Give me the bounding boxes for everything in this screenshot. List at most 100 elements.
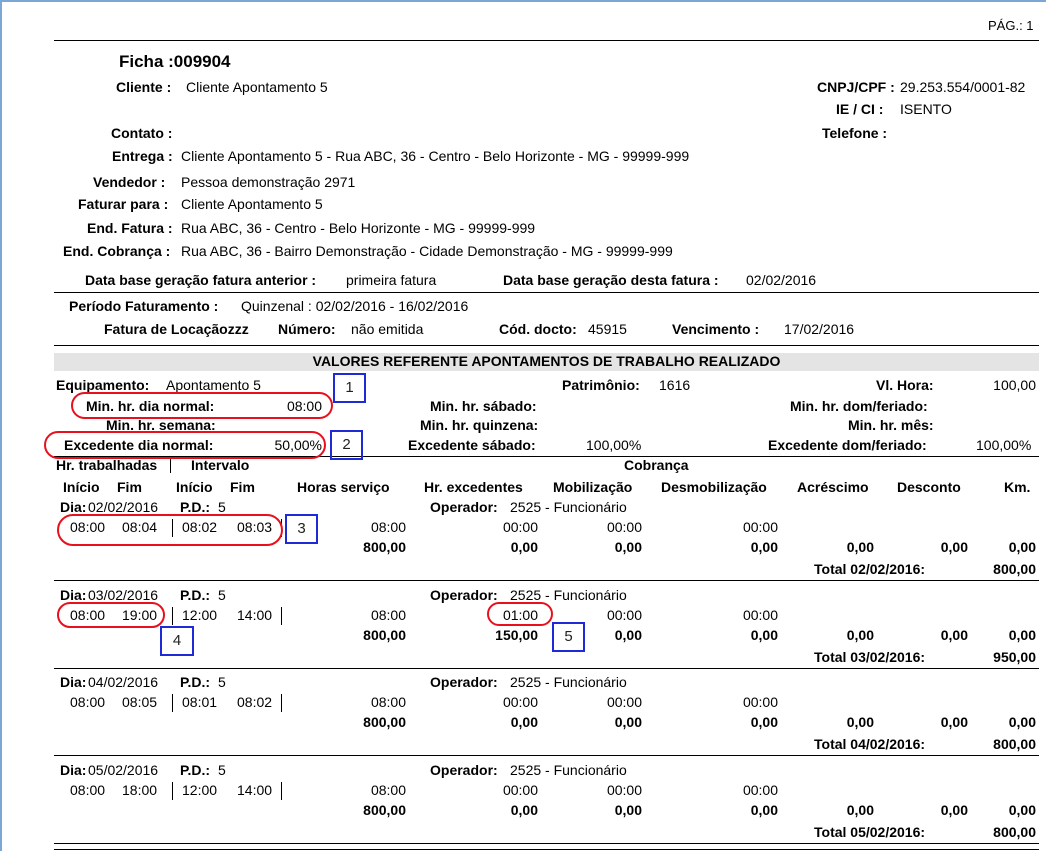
fim2-value: 14:00 (237, 782, 273, 798)
col-mobil: Mobilização (553, 479, 633, 495)
v-acresc: 0,00 (846, 627, 874, 643)
total-value: 800,00 (993, 561, 1036, 577)
col-cobranca: Cobrança (624, 457, 689, 473)
highlight-day1-times (57, 514, 283, 546)
v-km: 0,00 (1008, 714, 1036, 730)
operador-value: 2525 - Funcionário (510, 499, 627, 515)
v-acresc: 0,00 (846, 802, 874, 818)
marker-5: 5 (552, 622, 585, 652)
marker-2: 2 (330, 430, 363, 460)
mobil-value: 00:00 (606, 694, 642, 710)
dia-label: Dia: (60, 762, 87, 778)
excdom-label: Excedente dom/feriado: (768, 437, 927, 453)
v-desconto: 0,00 (940, 539, 968, 555)
entrega-label: Entrega : (112, 148, 173, 164)
endcobranca-label: End. Cobrança : (63, 243, 171, 259)
pd-label: P.D.: (180, 674, 211, 690)
pd-label: P.D.: (180, 587, 211, 603)
dbdesta-label: Data base geração desta fatura : (503, 272, 719, 288)
operador-label: Operador: (430, 499, 498, 515)
cnpj-label: CNPJ/CPF : (817, 79, 895, 95)
day-block-3: Dia: 04/02/2016 P.D.: 5 Operador: 2525 -… (0, 674, 1046, 762)
v-horas: 800,00 (363, 539, 406, 555)
mindom-label: Min. hr. dom/feriado: (790, 398, 928, 414)
highlight-excedente-normal (44, 431, 326, 459)
operador-label: Operador: (430, 674, 498, 690)
inicio2-value: 12:00 (182, 607, 218, 623)
col-desmobil: Desmobilização (661, 479, 767, 495)
minsabado-label: Min. hr. sábado: (430, 398, 537, 414)
fim-value: 08:05 (122, 694, 158, 710)
v-desmobil: 0,00 (750, 539, 778, 555)
contato-label: Contato : (111, 125, 173, 141)
desmobil-value: 00:00 (742, 782, 778, 798)
excsabado-value: 100,00% (586, 437, 642, 453)
pd-label: P.D.: (180, 762, 211, 778)
operador-value: 2525 - Funcionário (510, 674, 627, 690)
cutoff-rule (54, 849, 1039, 850)
periodo-label: Período Faturamento : (69, 298, 219, 314)
ie-label: IE / CI : (836, 101, 884, 117)
horas-value: 08:00 (370, 519, 406, 535)
pd-value: 5 (218, 762, 226, 778)
v-km: 0,00 (1008, 627, 1036, 643)
total-label: Total 03/02/2016: (814, 649, 926, 665)
col-hrexc: Hr. excedentes (424, 479, 523, 495)
marker-1: 1 (333, 373, 366, 403)
numero-value: não emitida (351, 321, 424, 337)
operador-label: Operador: (430, 587, 498, 603)
day-separator (54, 843, 1039, 844)
v-desmobil: 0,00 (750, 627, 778, 643)
v-acresc: 0,00 (846, 539, 874, 555)
total-value: 800,00 (993, 736, 1036, 752)
col-hrtrab: Hr. trabalhadas (56, 457, 158, 473)
dbant-value: primeira fatura (346, 272, 437, 288)
vlhora-label: Vl. Hora: (876, 377, 934, 393)
desmobil-value: 00:00 (742, 694, 778, 710)
periodo-value: Quinzenal : 02/02/2016 - 16/02/2016 (241, 298, 469, 314)
entrega-value: Cliente Apontamento 5 - Rua ABC, 36 - Ce… (181, 148, 690, 164)
v-desmobil: 0,00 (750, 714, 778, 730)
row-divider (281, 694, 282, 712)
hrexc-value: 00:00 (502, 782, 538, 798)
v-horas: 800,00 (363, 802, 406, 818)
col-fim: Fim (117, 479, 142, 495)
vendedor-label: Vendedor : (93, 174, 166, 190)
day-separator (54, 580, 1039, 581)
mobil-value: 00:00 (606, 519, 642, 535)
v-desmobil: 0,00 (750, 802, 778, 818)
dbant-label: Data base geração fatura anterior : (85, 272, 317, 288)
highlight-day2-worked (57, 602, 165, 628)
highlight-day2-excedente (487, 602, 553, 626)
coddocto-label: Cód. docto: (499, 321, 577, 337)
operador-value: 2525 - Funcionário (510, 762, 627, 778)
col-inicio: Início (63, 479, 100, 495)
marker-4: 4 (160, 626, 194, 656)
inicio-value: 08:00 (70, 694, 106, 710)
section-title: VALORES REFERENTE APONTAMENTOS DE TRABAL… (312, 353, 781, 369)
total-label: Total 05/02/2016: (814, 824, 926, 840)
v-hrexc: 0,00 (510, 539, 538, 555)
cliente-value: Cliente Apontamento 5 (186, 79, 328, 95)
window-top-border (0, 0, 1046, 2)
v-horas: 800,00 (363, 714, 406, 730)
marker-3: 3 (285, 514, 318, 544)
total-label: Total 02/02/2016: (814, 561, 926, 577)
col-acresc: Acréscimo (797, 479, 869, 495)
highlight-min-hr-normal (71, 392, 333, 419)
desmobil-value: 00:00 (742, 607, 778, 623)
v-mobil: 0,00 (614, 539, 642, 555)
fim2-value: 08:02 (237, 694, 273, 710)
total-value: 950,00 (993, 649, 1036, 665)
v-hrexc: 150,00 (495, 627, 538, 643)
row-divider (172, 607, 173, 625)
pd-value: 5 (218, 674, 226, 690)
row-divider (281, 782, 282, 800)
band-rule (54, 345, 1039, 346)
day-separator (54, 668, 1039, 669)
col-km: Km. (1004, 479, 1031, 495)
coddocto-value: 45915 (588, 321, 627, 337)
day-block-4: Dia: 05/02/2016 P.D.: 5 Operador: 2525 -… (0, 762, 1046, 850)
dia-value: 04/02/2016 (88, 674, 159, 690)
horas-value: 08:00 (370, 782, 406, 798)
